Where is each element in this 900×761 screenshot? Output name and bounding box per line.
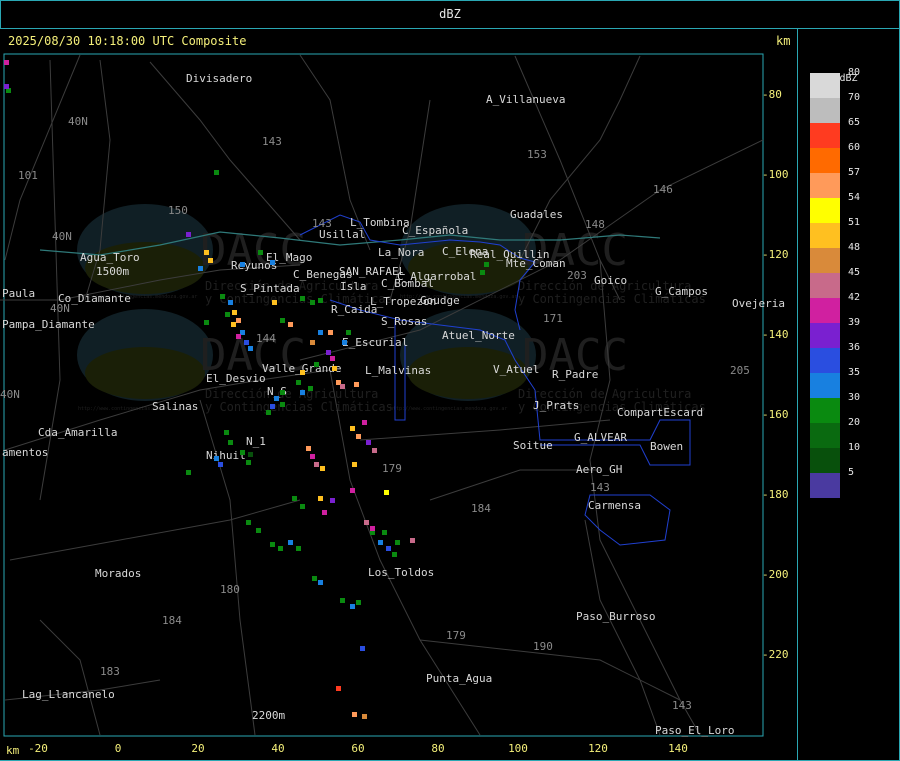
colorbar-swatch: [810, 448, 840, 473]
colorbar-swatch: [810, 173, 840, 198]
colorbar-swatch: [810, 198, 840, 223]
colorbar-swatch: [810, 123, 840, 148]
km-unit-label-top: km: [776, 34, 791, 48]
colorbar-swatch: [810, 223, 840, 248]
colorbar-label: 35: [848, 367, 861, 378]
colorbar-swatch: [810, 323, 840, 348]
colorbar-swatch: [810, 273, 840, 298]
colorbar-swatch: [810, 473, 840, 498]
colorbar-label: 51: [848, 217, 861, 228]
colorbar-label: 42: [848, 292, 861, 303]
colorbar-label: 80: [848, 67, 861, 78]
colorbar-label: 36: [848, 342, 861, 353]
colorbar-label: 45: [848, 267, 861, 278]
colorbar-label: 65: [848, 117, 861, 128]
colorbar-swatch: [810, 373, 840, 398]
colorbar-label: 30: [848, 392, 861, 403]
colorbar-swatch: [810, 98, 840, 123]
colorbar-swatch: [810, 298, 840, 323]
window-title-bar: dBZ: [0, 0, 900, 29]
colorbar-swatch: [810, 248, 840, 273]
colorbar-label: 57: [848, 167, 861, 178]
colorbar-swatch: [810, 348, 840, 373]
radar-map-panel[interactable]: [0, 28, 798, 761]
colorbar-swatch: [810, 423, 840, 448]
colorbar-swatch: [810, 148, 840, 173]
colorbar-label: 70: [848, 92, 861, 103]
colorbar-label: 5: [848, 467, 855, 478]
colorbar-swatch: [810, 73, 840, 98]
colorbar-label: 60: [848, 142, 861, 153]
colorbar-swatch: [810, 398, 840, 423]
window-title: dBZ: [439, 7, 461, 21]
colorbar-label: 10: [848, 442, 861, 453]
timestamp-label: 2025/08/30 10:18:00 UTC Composite: [8, 34, 247, 48]
colorbar-label: 20: [848, 417, 861, 428]
colorbar-label: 54: [848, 192, 861, 203]
colorbar-label: 48: [848, 242, 861, 253]
colorbar-label: 39: [848, 317, 861, 328]
